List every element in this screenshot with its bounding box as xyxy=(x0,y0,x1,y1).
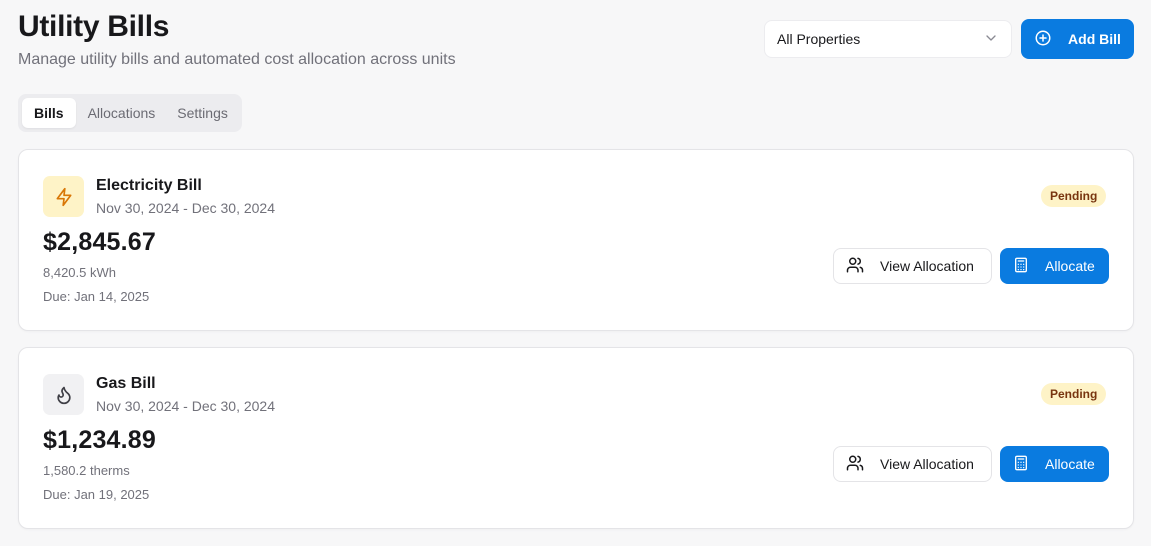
bill-card-electricity: Electricity Bill Nov 30, 2024 - Dec 30, … xyxy=(18,149,1134,331)
plus-circle-icon xyxy=(1034,29,1052,50)
users-icon xyxy=(846,256,864,277)
allocate-label: Allocate xyxy=(1045,456,1095,472)
tab-list: Bills Allocations Settings xyxy=(18,94,242,132)
bill-usage: 1,580.2 therms xyxy=(43,463,130,478)
bill-due-date: Due: Jan 19, 2025 xyxy=(43,487,150,502)
lightning-bolt-icon xyxy=(43,176,84,217)
bill-due-date: Due: Jan 14, 2025 xyxy=(43,289,150,304)
tab-allocations[interactable]: Allocations xyxy=(78,98,166,128)
view-allocation-label: View Allocation xyxy=(880,258,974,274)
tab-settings[interactable]: Settings xyxy=(167,98,238,128)
allocate-button[interactable]: Allocate xyxy=(1000,446,1109,482)
view-allocation-label: View Allocation xyxy=(880,456,974,472)
status-badge: Pending xyxy=(1041,185,1107,207)
bill-name: Electricity Bill xyxy=(96,177,202,194)
calculator-icon xyxy=(1013,257,1029,276)
allocate-button[interactable]: Allocate xyxy=(1000,248,1109,284)
tab-bills[interactable]: Bills xyxy=(22,98,76,128)
users-icon xyxy=(846,454,864,475)
status-badge: Pending xyxy=(1041,383,1107,405)
page-header: Utility Bills Manage utility bills and a… xyxy=(18,10,456,70)
property-select-value: All Properties xyxy=(777,31,861,47)
calculator-icon xyxy=(1013,455,1029,474)
bill-usage: 8,420.5 kWh xyxy=(43,265,116,280)
bill-amount: $2,845.67 xyxy=(43,228,157,256)
view-allocation-button[interactable]: View Allocation xyxy=(833,446,992,482)
page-title: Utility Bills xyxy=(18,10,170,43)
bill-period: Nov 30, 2024 - Dec 30, 2024 xyxy=(96,398,276,414)
add-bill-label: Add Bill xyxy=(1068,31,1121,47)
allocate-label: Allocate xyxy=(1045,258,1095,274)
chevron-down-icon xyxy=(983,30,999,49)
bill-card-gas: Gas Bill Nov 30, 2024 - Dec 30, 2024 $1,… xyxy=(18,347,1134,529)
bill-name: Gas Bill xyxy=(96,375,156,392)
page-subtitle: Manage utility bills and automated cost … xyxy=(18,51,456,68)
bill-amount: $1,234.89 xyxy=(43,426,157,454)
property-select[interactable]: All Properties xyxy=(764,20,1012,58)
bill-period: Nov 30, 2024 - Dec 30, 2024 xyxy=(96,200,276,216)
add-bill-button[interactable]: Add Bill xyxy=(1021,19,1134,59)
view-allocation-button[interactable]: View Allocation xyxy=(833,248,992,284)
flame-icon xyxy=(43,374,84,415)
